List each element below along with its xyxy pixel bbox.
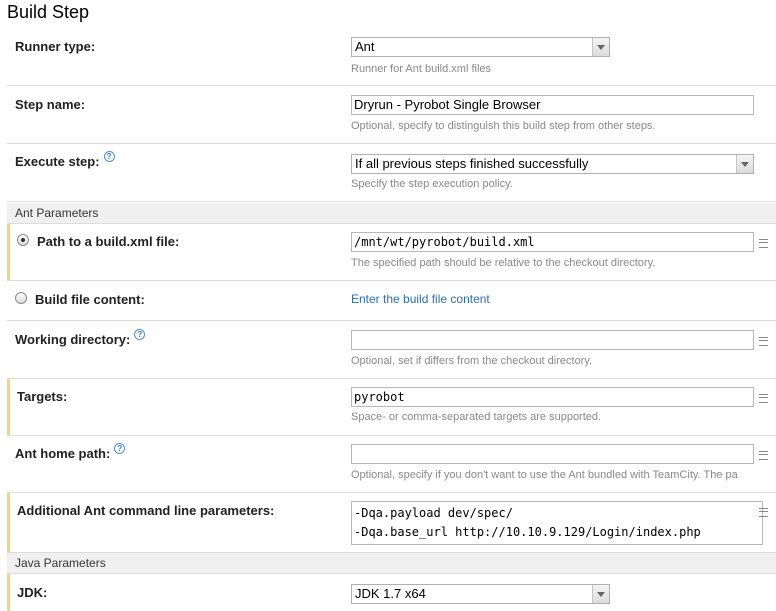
step-name-label: Step name: (15, 97, 86, 112)
radio-icon[interactable] (15, 292, 27, 304)
chevron-down-icon[interactable] (736, 155, 753, 173)
jdk-row: JDK: JDK 1.7 x64 (7, 574, 776, 611)
jdk-select[interactable]: JDK 1.7 x64 (351, 584, 610, 604)
edit-field-icon[interactable] (759, 394, 768, 403)
chevron-down-icon[interactable] (592, 585, 609, 603)
targets-note: Space- or comma-separated targets are su… (351, 411, 602, 423)
java-parameters-header: Java Parameters (7, 553, 776, 574)
help-icon[interactable]: ? (114, 443, 126, 454)
edit-field-icon[interactable] (759, 239, 768, 248)
ant-cmd-params-line: -Dqa.base_url http://10.10.9.129/Login/i… (354, 525, 701, 539)
ant-parameters-header: Ant Parameters (7, 203, 776, 224)
jdk-value: JDK 1.7 x64 (355, 586, 426, 601)
working-directory-input[interactable] (351, 330, 754, 350)
ant-home-row: Ant home path:? Optional, specify if you… (7, 436, 776, 493)
jdk-label: JDK: (17, 585, 48, 600)
runner-type-select[interactable]: Ant (351, 37, 610, 57)
ant-cmd-params-row: Additional Ant command line parameters: … (7, 493, 776, 553)
ant-cmd-params-textarea[interactable]: -Dqa.payload dev/spec/ -Dqa.base_url htt… (351, 501, 763, 545)
execute-step-value: If all previous steps finished successfu… (355, 156, 589, 171)
runner-type-label: Runner type: (15, 39, 96, 54)
path-build-xml-note: The specified path should be relative to… (351, 257, 656, 269)
runner-type-row: Runner type: Ant Runner for Ant build.xm… (7, 32, 776, 86)
targets-label: Targets: (17, 389, 68, 404)
runner-type-note: Runner for Ant build.xml files (351, 63, 492, 75)
execute-step-note: Specify the step execution policy. (351, 178, 513, 190)
ant-home-label: Ant home path: (15, 446, 111, 461)
ant-home-label-wrap: Ant home path:? (15, 443, 126, 461)
execute-step-label-wrap: Execute step:? (15, 151, 115, 169)
step-name-note: Optional, specify to distinguish this bu… (351, 120, 656, 132)
edit-field-icon[interactable] (759, 508, 768, 517)
build-xml-path-input[interactable]: /mnt/wt/pyrobot/build.xml (351, 232, 754, 252)
working-directory-row: Working directory:? Optional, set if dif… (7, 321, 776, 379)
edit-field-icon[interactable] (759, 337, 768, 346)
step-name-input[interactable]: Dryrun - Pyrobot Single Browser (351, 95, 754, 115)
ant-home-input[interactable] (351, 444, 754, 464)
page-title: Build Step (7, 2, 90, 22)
ant-cmd-params-label: Additional Ant command line parameters: (17, 503, 275, 518)
edit-field-icon[interactable] (759, 451, 768, 460)
execute-step-row: Execute step:? If all previous steps fin… (7, 144, 776, 202)
execute-step-select[interactable]: If all previous steps finished successfu… (351, 154, 754, 174)
working-directory-label-wrap: Working directory:? (15, 329, 146, 347)
runner-type-value: Ant (355, 39, 375, 54)
ant-home-note: Optional, specify if you don't want to u… (351, 469, 738, 481)
help-icon[interactable]: ? (103, 151, 115, 162)
working-directory-note: Optional, set if differs from the checko… (351, 355, 593, 367)
step-name-row: Step name: Dryrun - Pyrobot Single Brows… (7, 86, 776, 144)
working-directory-label: Working directory: (15, 332, 131, 347)
build-file-content-label: Build file content: (35, 292, 145, 307)
build-file-content-row: Build file content: Enter the build file… (7, 281, 776, 321)
chevron-down-icon[interactable] (592, 38, 609, 56)
help-icon[interactable]: ? (134, 329, 146, 340)
path-build-xml-row: Path to a build.xml file: /mnt/wt/pyrobo… (7, 224, 776, 281)
execute-step-label: Execute step: (15, 154, 100, 169)
radio-icon[interactable] (17, 234, 29, 246)
targets-input[interactable]: pyrobot (351, 387, 754, 407)
ant-cmd-params-line: -Dqa.payload dev/spec/ (354, 506, 513, 520)
enter-build-file-content-link[interactable]: Enter the build file content (351, 292, 490, 306)
targets-row: Targets: pyrobot Space- or comma-separat… (7, 379, 776, 436)
path-build-xml-label: Path to a build.xml file: (37, 234, 180, 249)
